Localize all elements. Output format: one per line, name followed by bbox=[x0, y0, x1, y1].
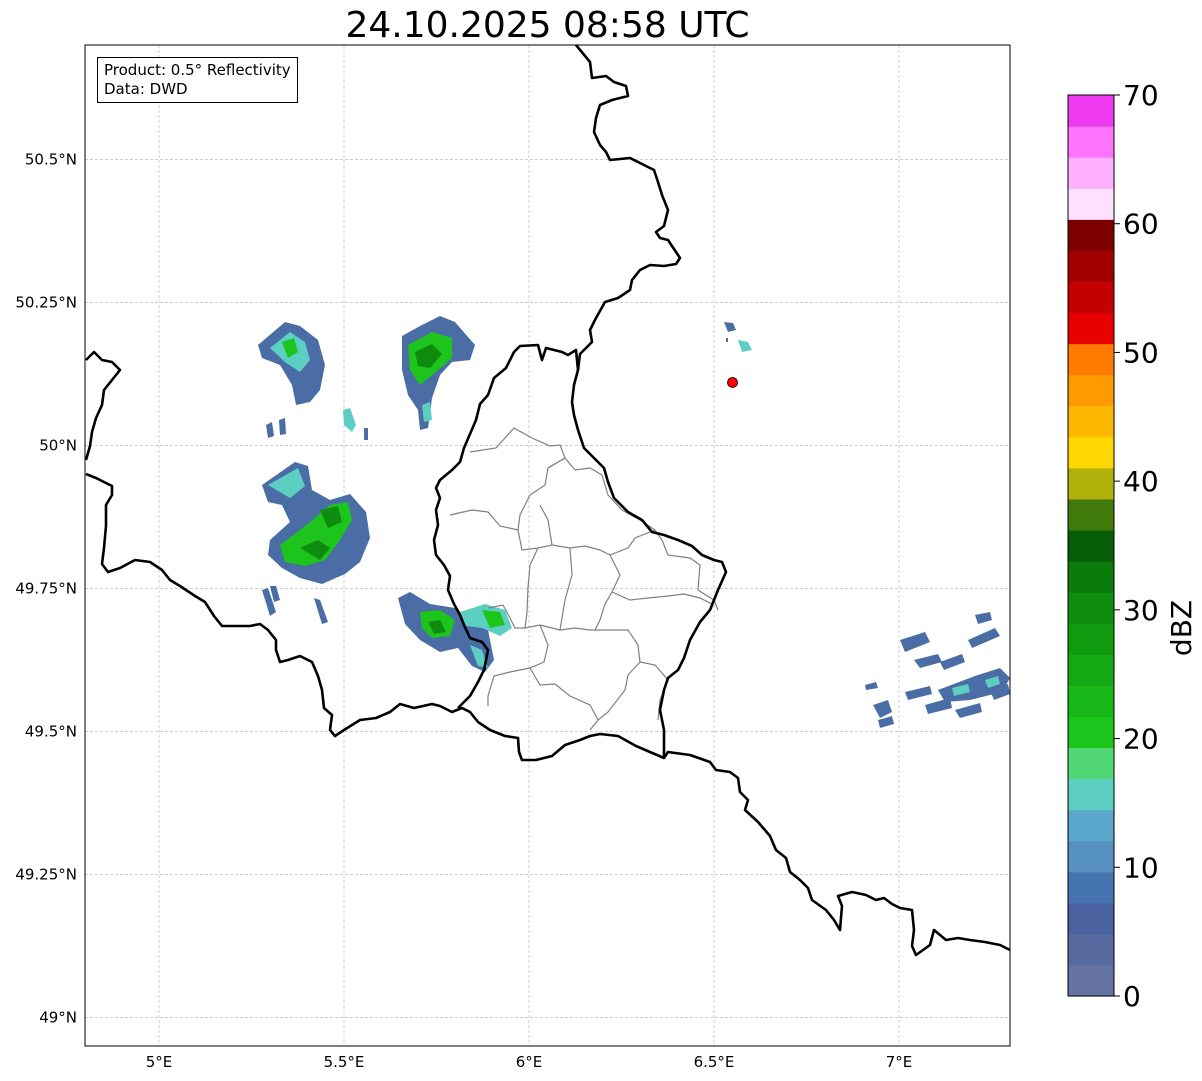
echo-cluster-radar bbox=[724, 322, 752, 352]
colorbar-segment bbox=[1068, 871, 1114, 904]
echo-cluster-nw1 bbox=[258, 322, 368, 440]
colorbar-segment bbox=[1068, 654, 1114, 686]
lon-tick-label: 6.5°E bbox=[694, 1053, 735, 1071]
colorbar-segment bbox=[1068, 374, 1114, 407]
country-borders bbox=[84, 44, 1011, 957]
colorbar-segment bbox=[1068, 964, 1114, 997]
product-label: Product: 0.5° Reflectivity bbox=[104, 61, 291, 79]
colorbar-label: dBZ bbox=[1165, 600, 1198, 656]
colorbar-segments bbox=[1068, 95, 1114, 997]
colorbar-segment bbox=[1068, 561, 1114, 593]
lat-tick-label: 49.5°N bbox=[25, 722, 77, 740]
colorbar-segment bbox=[1068, 157, 1114, 189]
colorbar-ticks: 0 10 20 30 40 50 60 70 bbox=[1114, 80, 1159, 1013]
colorbar-tick-label: 30 bbox=[1123, 594, 1159, 627]
longitude-labels: 5°E 5.5°E 6°E 6.5°E 7°E bbox=[146, 1053, 913, 1071]
latitude-labels: 49°N 49.25°N 49.5°N 49.75°N 50°N 50.25°N 50.5°… bbox=[15, 150, 77, 1026]
echo-cluster-nw2 bbox=[402, 316, 475, 430]
lon-tick-label: 7°E bbox=[886, 1053, 913, 1071]
colorbar-segment bbox=[1068, 436, 1114, 469]
radar-map: 5°E 5.5°E 6°E 6.5°E 7°E 49°N 49.25°N 49.5°N 49.… bbox=[15, 44, 1011, 1071]
colorbar-segment bbox=[1068, 343, 1114, 376]
lat-tick-label: 50.25°N bbox=[15, 293, 77, 311]
colorbar-tick-label: 20 bbox=[1123, 723, 1159, 756]
colorbar-segment bbox=[1068, 685, 1114, 717]
radar-echoes bbox=[258, 316, 1010, 728]
info-box: Product: 0.5° Reflectivity Data: DWD bbox=[97, 57, 298, 103]
colorbar-segment bbox=[1068, 840, 1114, 873]
colorbar-segment bbox=[1068, 902, 1114, 935]
colorbar-segment bbox=[1068, 809, 1114, 842]
colorbar-segment bbox=[1068, 405, 1114, 438]
colorbar-tick-label: 70 bbox=[1123, 80, 1159, 112]
radar-site-marker bbox=[727, 377, 738, 388]
data-source-label: Data: DWD bbox=[104, 80, 188, 98]
lat-tick-label: 49°N bbox=[39, 1008, 77, 1026]
colorbar-segment bbox=[1068, 312, 1114, 345]
lat-tick-label: 49.25°N bbox=[15, 865, 77, 883]
echo-cluster-east bbox=[865, 612, 1010, 728]
colorbar-segment bbox=[1068, 933, 1114, 966]
colorbar-tick-label: 0 bbox=[1123, 980, 1141, 1013]
colorbar: 0 10 20 30 40 50 60 70 dBZ bbox=[1067, 80, 1198, 1013]
colorbar-segment bbox=[1068, 219, 1114, 251]
lon-tick-label: 6°E bbox=[516, 1053, 543, 1071]
lon-tick-label: 5°E bbox=[146, 1053, 173, 1071]
colorbar-segment bbox=[1068, 716, 1114, 749]
colorbar-segment bbox=[1068, 126, 1114, 158]
colorbar-segment bbox=[1068, 250, 1114, 283]
colorbar-segment bbox=[1068, 747, 1114, 780]
lat-tick-label: 50.5°N bbox=[25, 150, 77, 168]
colorbar-segment bbox=[1068, 498, 1114, 531]
colorbar-tick-label: 10 bbox=[1123, 851, 1159, 884]
colorbar-segment bbox=[1068, 188, 1114, 220]
district-boundaries bbox=[449, 427, 719, 731]
colorbar-segment bbox=[1068, 95, 1114, 127]
colorbar-tick-label: 50 bbox=[1123, 336, 1159, 369]
colorbar-segment bbox=[1068, 592, 1114, 624]
colorbar-segment bbox=[1068, 623, 1114, 655]
colorbar-segment bbox=[1068, 778, 1114, 811]
lat-tick-label: 50°N bbox=[39, 436, 77, 454]
lon-tick-label: 5.5°E bbox=[324, 1053, 365, 1071]
lat-tick-label: 49.75°N bbox=[15, 579, 77, 597]
colorbar-segment bbox=[1068, 281, 1114, 314]
colorbar-segment bbox=[1068, 467, 1114, 500]
echo-cluster-west bbox=[262, 462, 370, 624]
colorbar-tick-label: 60 bbox=[1123, 208, 1159, 241]
colorbar-segment bbox=[1068, 529, 1114, 562]
colorbar-tick-label: 40 bbox=[1123, 465, 1159, 498]
